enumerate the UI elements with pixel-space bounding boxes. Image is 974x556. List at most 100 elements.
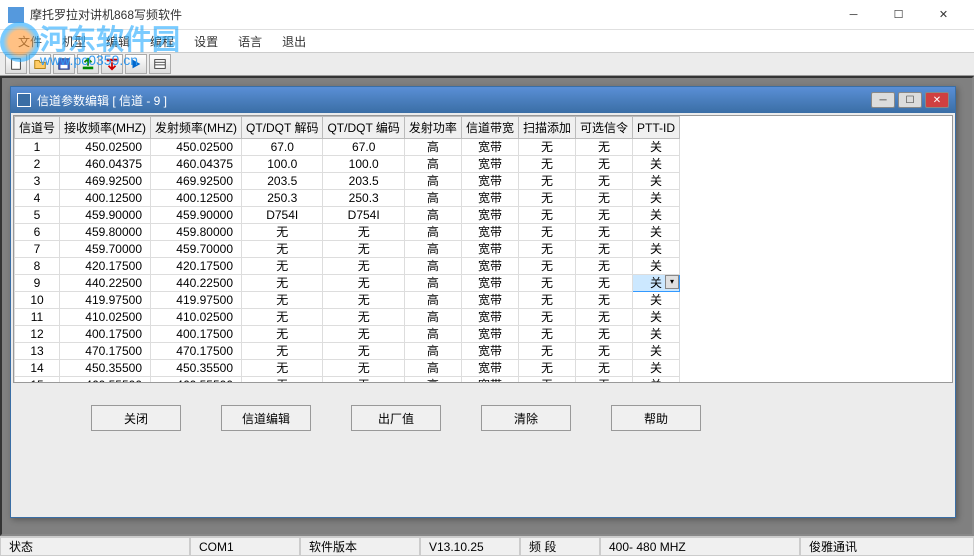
cell-rx[interactable]: 459.70000 — [60, 241, 151, 258]
cell-enc[interactable]: 67.0 — [323, 139, 404, 156]
table-row[interactable]: 1450.02500450.0250067.067.0高宽带无无关 — [15, 139, 680, 156]
cell-tx[interactable]: 460.55500 — [151, 377, 242, 384]
cell-ptt[interactable]: 关 — [632, 207, 679, 224]
cell-pwr[interactable]: 高 — [404, 224, 461, 241]
table-row[interactable]: 5459.90000459.90000D754ID754I高宽带无无关 — [15, 207, 680, 224]
cell-enc[interactable]: 100.0 — [323, 156, 404, 173]
cell-sig[interactable]: 无 — [575, 343, 632, 360]
column-header[interactable]: QT/DQT 编码 — [323, 117, 404, 139]
cell-sig[interactable]: 无 — [575, 241, 632, 258]
cell-rx[interactable]: 469.92500 — [60, 173, 151, 190]
cell-pwr[interactable]: 高 — [404, 377, 461, 384]
table-row[interactable]: 10419.97500419.97500无无高宽带无无关 — [15, 292, 680, 309]
cell-sig[interactable]: 无 — [575, 173, 632, 190]
toolbar-play-icon[interactable] — [125, 54, 147, 74]
cell-rx[interactable]: 450.35500 — [60, 360, 151, 377]
cell-ptt[interactable]: 关 — [632, 156, 679, 173]
cell-ptt[interactable]: 关 — [632, 326, 679, 343]
cell-sig[interactable]: 无 — [575, 190, 632, 207]
cell-enc[interactable]: 无 — [323, 360, 404, 377]
cell-ptt[interactable]: 关 — [632, 292, 679, 309]
table-row[interactable]: 15460.55500460.55500无无高宽带无无关 — [15, 377, 680, 384]
cell-rx[interactable]: 450.02500 — [60, 139, 151, 156]
cell-pwr[interactable]: 高 — [404, 360, 461, 377]
help-button[interactable]: 帮助 — [611, 405, 701, 431]
cell-tx[interactable]: 469.92500 — [151, 173, 242, 190]
cell-dec[interactable]: 250.3 — [242, 190, 323, 207]
cell-tx[interactable]: 470.17500 — [151, 343, 242, 360]
cell-ch[interactable]: 10 — [15, 292, 60, 309]
cell-rx[interactable]: 459.80000 — [60, 224, 151, 241]
cell-sig[interactable]: 无 — [575, 326, 632, 343]
maximize-button[interactable]: ☐ — [876, 1, 921, 29]
cell-pwr[interactable]: 高 — [404, 258, 461, 275]
cell-dec[interactable]: 无 — [242, 241, 323, 258]
cell-ch[interactable]: 7 — [15, 241, 60, 258]
column-header[interactable]: 可选信令 — [575, 117, 632, 139]
column-header[interactable]: 信道带宽 — [461, 117, 518, 139]
channel-table-wrap[interactable]: 信道号接收频率(MHZ)发射频率(MHZ)QT/DQT 解码QT/DQT 编码发… — [13, 115, 953, 383]
cell-pwr[interactable]: 高 — [404, 343, 461, 360]
cell-rx[interactable]: 400.12500 — [60, 190, 151, 207]
cell-ptt[interactable]: 关 — [632, 309, 679, 326]
child-maximize-button[interactable]: ☐ — [898, 92, 922, 108]
child-minimize-button[interactable]: ─ — [871, 92, 895, 108]
cell-enc[interactable]: 无 — [323, 275, 404, 292]
column-header[interactable]: 信道号 — [15, 117, 60, 139]
cell-tx[interactable]: 419.97500 — [151, 292, 242, 309]
cell-enc[interactable]: 无 — [323, 377, 404, 384]
cell-scan[interactable]: 无 — [518, 292, 575, 309]
cell-tx[interactable]: 410.02500 — [151, 309, 242, 326]
cell-dec[interactable]: 无 — [242, 292, 323, 309]
cell-scan[interactable]: 无 — [518, 326, 575, 343]
cell-bw[interactable]: 宽带 — [461, 377, 518, 384]
cell-enc[interactable]: 250.3 — [323, 190, 404, 207]
cell-ch[interactable]: 11 — [15, 309, 60, 326]
cell-enc[interactable]: 无 — [323, 241, 404, 258]
cell-ptt[interactable]: 关 — [632, 173, 679, 190]
cell-dec[interactable]: 无 — [242, 360, 323, 377]
cell-tx[interactable]: 459.90000 — [151, 207, 242, 224]
toolbar-channel-icon[interactable] — [149, 54, 171, 74]
cell-rx[interactable]: 410.02500 — [60, 309, 151, 326]
table-row[interactable]: 8420.17500420.17500无无高宽带无无关 — [15, 258, 680, 275]
cell-ch[interactable]: 6 — [15, 224, 60, 241]
cell-rx[interactable]: 419.97500 — [60, 292, 151, 309]
cell-pwr[interactable]: 高 — [404, 173, 461, 190]
cell-dec[interactable]: 无 — [242, 377, 323, 384]
cell-ptt[interactable]: 关 — [632, 190, 679, 207]
cell-pwr[interactable]: 高 — [404, 156, 461, 173]
column-header[interactable]: 发射频率(MHZ) — [151, 117, 242, 139]
menu-settings[interactable]: 设置 — [184, 31, 228, 52]
cell-bw[interactable]: 宽带 — [461, 326, 518, 343]
cell-bw[interactable]: 宽带 — [461, 190, 518, 207]
cell-dec[interactable]: 无 — [242, 309, 323, 326]
toolbar-write-icon[interactable] — [101, 54, 123, 74]
cell-ptt[interactable]: 关 — [632, 241, 679, 258]
table-row[interactable]: 6459.80000459.80000无无高宽带无无关 — [15, 224, 680, 241]
cell-bw[interactable]: 宽带 — [461, 139, 518, 156]
cell-sig[interactable]: 无 — [575, 360, 632, 377]
cell-scan[interactable]: 无 — [518, 309, 575, 326]
cell-bw[interactable]: 宽带 — [461, 309, 518, 326]
cell-scan[interactable]: 无 — [518, 173, 575, 190]
cell-ptt[interactable]: 关 — [632, 258, 679, 275]
cell-bw[interactable]: 宽带 — [461, 343, 518, 360]
cell-bw[interactable]: 宽带 — [461, 258, 518, 275]
menu-edit[interactable]: 编辑 — [96, 31, 140, 52]
cell-pwr[interactable]: 高 — [404, 275, 461, 292]
cell-tx[interactable]: 450.35500 — [151, 360, 242, 377]
cell-sig[interactable]: 无 — [575, 292, 632, 309]
table-row[interactable]: 2460.04375460.04375100.0100.0高宽带无无关 — [15, 156, 680, 173]
cell-bw[interactable]: 宽带 — [461, 173, 518, 190]
factory-reset-button[interactable]: 出厂值 — [351, 405, 441, 431]
cell-ptt[interactable]: 关▾ — [632, 275, 679, 292]
table-row[interactable]: 14450.35500450.35500无无高宽带无无关 — [15, 360, 680, 377]
cell-dec[interactable]: 67.0 — [242, 139, 323, 156]
cell-ch[interactable]: 12 — [15, 326, 60, 343]
cell-tx[interactable]: 459.80000 — [151, 224, 242, 241]
toolbar-save-icon[interactable] — [53, 54, 75, 74]
column-header[interactable]: PTT-ID — [632, 117, 679, 139]
menu-language[interactable]: 语言 — [228, 31, 272, 52]
cell-rx[interactable]: 470.17500 — [60, 343, 151, 360]
